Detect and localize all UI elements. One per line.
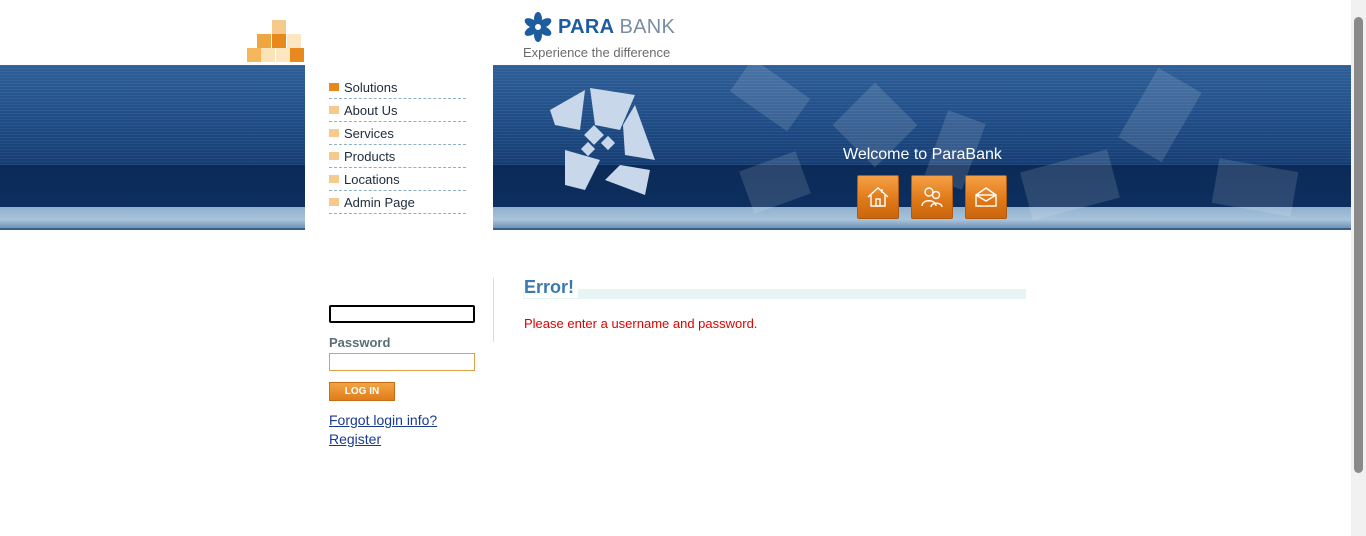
bullet-icon: [329, 198, 339, 206]
nav-item-label: Solutions: [344, 79, 398, 95]
nav-item-products[interactable]: Products: [329, 145, 466, 168]
nav-item-label: Products: [344, 148, 396, 164]
username-input[interactable]: [329, 305, 475, 323]
register-link[interactable]: Register: [329, 431, 381, 447]
bullet-icon: [329, 106, 339, 114]
login-button[interactable]: LOG IN: [329, 382, 395, 401]
about-button[interactable]: [911, 175, 953, 219]
forgot-login-link[interactable]: Forgot login info?: [329, 412, 437, 428]
nav-item-label: About Us: [344, 102, 398, 118]
nav-item-about-us[interactable]: About Us: [329, 99, 466, 122]
parabank-emblem: [550, 88, 655, 195]
envelope-icon: [975, 187, 997, 207]
error-message: Please enter a username and password.: [524, 316, 758, 331]
welcome-heading: Welcome to ParaBank: [843, 146, 1002, 163]
contact-button[interactable]: [965, 175, 1007, 219]
left-nav-menu: Solutions About Us Services Products Loc…: [329, 76, 466, 214]
home-icon: [867, 187, 889, 207]
brand-name: PARA BANK: [558, 16, 675, 39]
contact-people-icon: [921, 187, 943, 208]
error-title: Error!: [524, 277, 579, 298]
password-label: Password: [329, 335, 391, 350]
vertical-scrollbar[interactable]: [1351, 0, 1366, 536]
nav-item-locations[interactable]: Locations: [329, 168, 466, 191]
nav-item-label: Admin Page: [344, 194, 415, 210]
password-input[interactable]: [329, 353, 475, 371]
nav-item-solutions[interactable]: Solutions: [329, 76, 466, 99]
brand-tagline: Experience the difference: [523, 45, 671, 60]
bullet-icon: [329, 152, 339, 160]
home-button[interactable]: [857, 175, 899, 219]
nav-item-services[interactable]: Services: [329, 122, 466, 145]
bullet-icon: [329, 129, 339, 137]
title-underline-bar: [523, 289, 1026, 299]
brand-name-bank: BANK: [619, 15, 676, 38]
logo-squares: [247, 20, 305, 64]
bullet-icon: [329, 83, 339, 91]
bullet-icon: [329, 175, 339, 183]
nav-item-admin-page[interactable]: Admin Page: [329, 191, 466, 214]
parabank-flower-icon: [524, 12, 552, 42]
brand-name-para: PARA: [558, 15, 614, 38]
content-divider: [493, 278, 494, 342]
scrollbar-thumb[interactable]: [1354, 17, 1363, 473]
nav-item-label: Locations: [344, 171, 400, 187]
nav-item-label: Services: [344, 125, 394, 141]
brand-logo[interactable]: PARA BANK: [523, 12, 675, 42]
